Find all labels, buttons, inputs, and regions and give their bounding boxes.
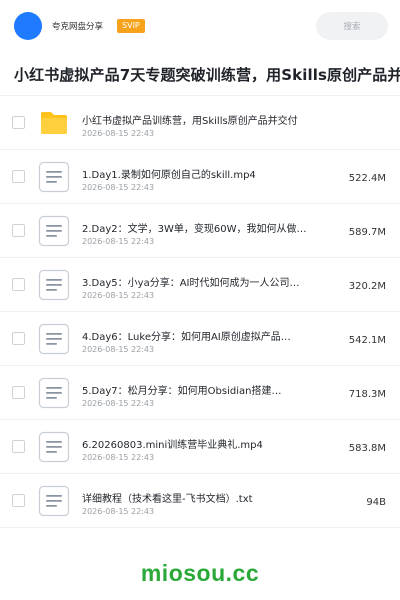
select-checkbox[interactable] <box>12 278 25 291</box>
file-name[interactable]: 1.Day1.录制如何原创自己的skill.mp4 <box>82 166 332 181</box>
file-name[interactable]: 小红书虚拟产品训练营，用Skills原创产品并交付 <box>82 112 332 127</box>
file-row[interactable]: 5.Day7：松月分享：如何用Obsidian搭建… 2026-08-15 22:… <box>0 366 400 420</box>
file-date: 2026-08-15 22:43 <box>82 183 155 192</box>
folder-icon <box>38 107 70 139</box>
file-size: 320.2M <box>348 281 386 292</box>
file-list: 小红书虚拟产品训练营，用Skills原创产品并交付 2026-08-15 22:4… <box>0 96 400 528</box>
select-checkbox[interactable] <box>12 386 25 399</box>
document-icon <box>38 485 70 517</box>
file-date: 2026-08-15 22:43 <box>82 291 155 300</box>
select-checkbox[interactable] <box>12 116 25 129</box>
file-row[interactable]: 3.Day5：小ya分享：AI时代如何成为一人公司… 2026-08-15 22:… <box>0 258 400 312</box>
select-checkbox[interactable] <box>12 332 25 345</box>
app-name: 夸克网盘分享 <box>52 22 104 32</box>
file-date: 2026-08-15 22:43 <box>82 345 155 354</box>
file-size: 542.1M <box>348 335 386 346</box>
avatar[interactable] <box>14 12 42 40</box>
file-name[interactable]: 3.Day5：小ya分享：AI时代如何成为一人公司… <box>82 274 332 289</box>
file-date: 2026-08-15 22:43 <box>82 129 155 138</box>
file-date: 2026-08-15 22:43 <box>82 399 155 408</box>
file-name[interactable]: 2.Day2：文学，3W单，变现60W，我如何从做… <box>82 220 332 235</box>
folder-row[interactable]: 小红书虚拟产品训练营，用Skills原创产品并交付 2026-08-15 22:4… <box>0 96 400 150</box>
file-date: 2026-08-15 22:43 <box>82 507 155 516</box>
file-size: 583.8M <box>348 443 386 454</box>
document-icon <box>38 161 70 193</box>
watermark: miosou.cc <box>140 560 260 586</box>
page-title: 小红书虚拟产品7天专题突破训练营，用Skills原创产品并交付 <box>14 66 400 84</box>
file-name[interactable]: 4.Day6：Luke分享：如何用AI原创虚拟产品… <box>82 328 332 343</box>
select-checkbox[interactable] <box>12 224 25 237</box>
file-row[interactable]: 1.Day1.录制如何原创自己的skill.mp4 2026-08-15 22:4… <box>0 150 400 204</box>
file-row[interactable]: 2.Day2：文学，3W单，变现60W，我如何从做… 2026-08-15 22:… <box>0 204 400 258</box>
file-date: 2026-08-15 22:43 <box>82 237 155 246</box>
document-icon <box>38 269 70 301</box>
document-icon <box>38 431 70 463</box>
header-bar: 夸克网盘分享 SVIP 搜索 <box>0 0 400 52</box>
file-name[interactable]: 5.Day7：松月分享：如何用Obsidian搭建… <box>82 382 332 397</box>
file-name[interactable]: 详细教程（技术看这里-飞书文档）.txt <box>82 490 332 505</box>
select-checkbox[interactable] <box>12 494 25 507</box>
svip-badge: SVIP <box>117 19 145 33</box>
file-size: 589.7M <box>348 227 386 238</box>
search-input[interactable]: 搜索 <box>316 12 388 40</box>
file-row[interactable]: 6.20260803.mini训练营毕业典礼.mp4 2026-08-15 22:… <box>0 420 400 474</box>
file-row[interactable]: 详细教程（技术看这里-飞书文档）.txt 2026-08-15 22:43 94B <box>0 474 400 528</box>
select-checkbox[interactable] <box>12 440 25 453</box>
document-icon <box>38 377 70 409</box>
file-size: 522.4M <box>348 173 386 184</box>
file-date: 2026-08-15 22:43 <box>82 453 155 462</box>
document-icon <box>38 215 70 247</box>
document-icon <box>38 323 70 355</box>
file-size: 94B <box>366 497 386 508</box>
file-size: 718.3M <box>348 389 386 400</box>
select-checkbox[interactable] <box>12 170 25 183</box>
file-row[interactable]: 4.Day6：Luke分享：如何用AI原创虚拟产品… 2026-08-15 22:… <box>0 312 400 366</box>
file-name[interactable]: 6.20260803.mini训练营毕业典礼.mp4 <box>82 436 332 451</box>
